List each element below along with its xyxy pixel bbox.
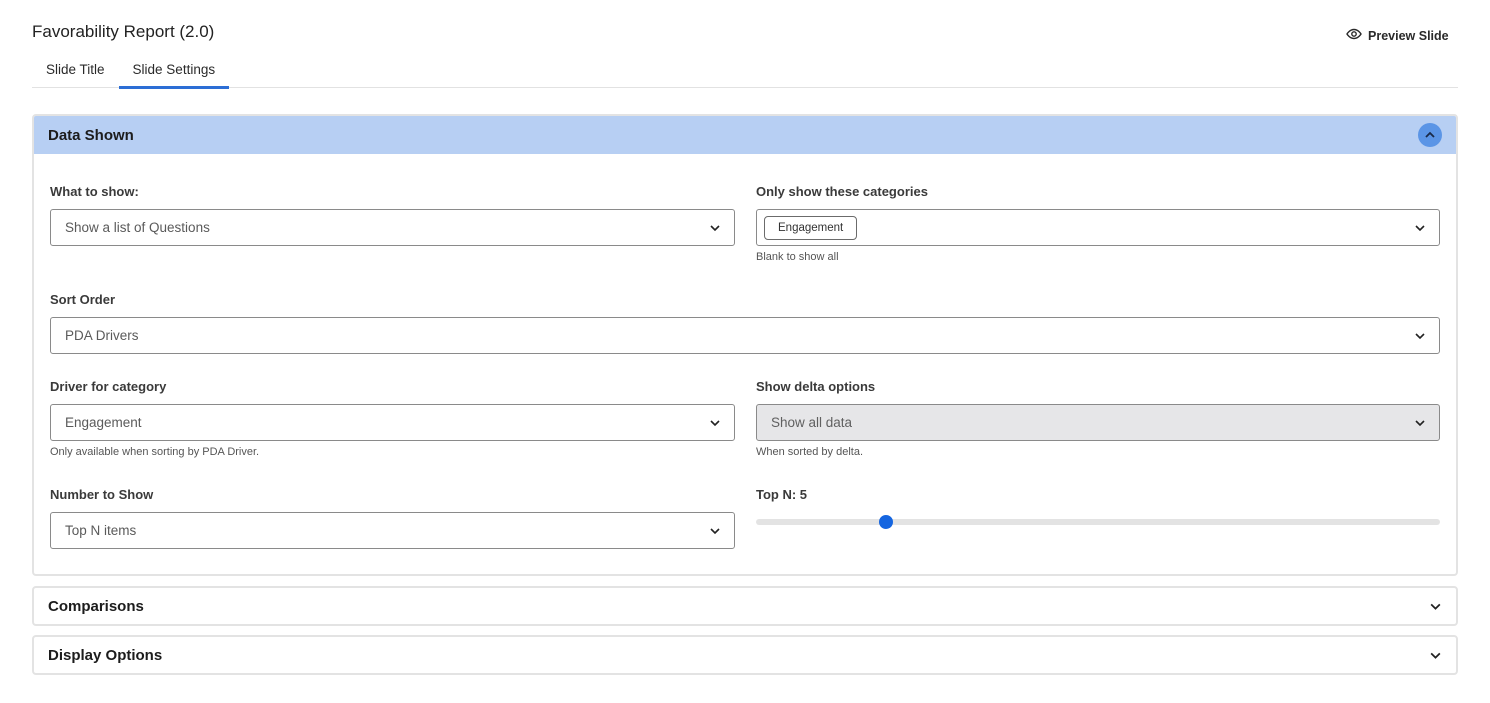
- comparisons-panel: Comparisons: [32, 586, 1458, 626]
- driver-category-label: Driver for category: [50, 379, 167, 394]
- chevron-down-icon[interactable]: [1428, 599, 1442, 613]
- eye-icon: [1346, 26, 1362, 45]
- driver-category-value: Engagement: [65, 415, 142, 430]
- preview-slide-label: Preview Slide: [1368, 28, 1449, 43]
- preview-slide-button[interactable]: Preview Slide: [1346, 26, 1449, 45]
- top-n-slider-track[interactable]: [756, 519, 1440, 525]
- comparisons-title: Comparisons: [48, 597, 144, 615]
- data-shown-header[interactable]: Data Shown: [34, 116, 1456, 154]
- delta-options-value: Show all data: [771, 415, 853, 430]
- categories-label: Only show these categories: [756, 184, 928, 199]
- delta-options-select: Show all data: [756, 404, 1440, 441]
- chevron-down-icon[interactable]: [1428, 648, 1442, 662]
- display-options-panel: Display Options: [32, 635, 1458, 675]
- categories-multiselect[interactable]: Engagement: [756, 209, 1440, 246]
- data-shown-title: Data Shown: [48, 126, 134, 144]
- chevron-down-icon: [1413, 329, 1427, 343]
- sort-order-value: PDA Drivers: [65, 328, 139, 343]
- delta-options-label: Show delta options: [756, 379, 876, 394]
- tab-slide-title[interactable]: Slide Title: [32, 56, 119, 88]
- display-options-header[interactable]: Display Options: [34, 637, 1456, 673]
- number-to-show-value: Top N items: [65, 523, 137, 538]
- top-n-label: Top N: 5: [756, 487, 808, 502]
- driver-category-select[interactable]: Engagement: [50, 404, 735, 441]
- display-options-title: Display Options: [48, 646, 163, 664]
- number-to-show-label: Number to Show: [50, 487, 154, 502]
- what-to-show-label: What to show:: [50, 184, 139, 199]
- chevron-down-icon: [708, 221, 722, 235]
- sort-order-label: Sort Order: [50, 292, 116, 307]
- sort-order-select[interactable]: PDA Drivers: [50, 317, 1440, 354]
- tab-bar: Slide Title Slide Settings: [32, 56, 1458, 89]
- delta-options-helper: When sorted by delta.: [756, 446, 864, 458]
- categories-helper: Blank to show all: [756, 251, 839, 263]
- comparisons-header[interactable]: Comparisons: [34, 588, 1456, 624]
- chevron-down-icon: [708, 416, 722, 430]
- chevron-down-icon: [708, 524, 722, 538]
- category-chip[interactable]: Engagement: [764, 215, 858, 240]
- what-to-show-select[interactable]: Show a list of Questions: [50, 209, 735, 246]
- top-n-slider-handle[interactable]: [878, 515, 893, 529]
- driver-category-helper: Only available when sorting by PDA Drive…: [50, 446, 260, 458]
- what-to-show-value: Show a list of Questions: [65, 220, 210, 235]
- chevron-down-icon: [1413, 221, 1427, 235]
- tab-slide-settings[interactable]: Slide Settings: [118, 56, 230, 89]
- number-to-show-select[interactable]: Top N items: [50, 512, 735, 549]
- chevron-up-icon[interactable]: [1418, 123, 1442, 147]
- page-title: Favorability Report (2.0): [32, 22, 215, 41]
- chevron-down-icon: [1413, 416, 1427, 430]
